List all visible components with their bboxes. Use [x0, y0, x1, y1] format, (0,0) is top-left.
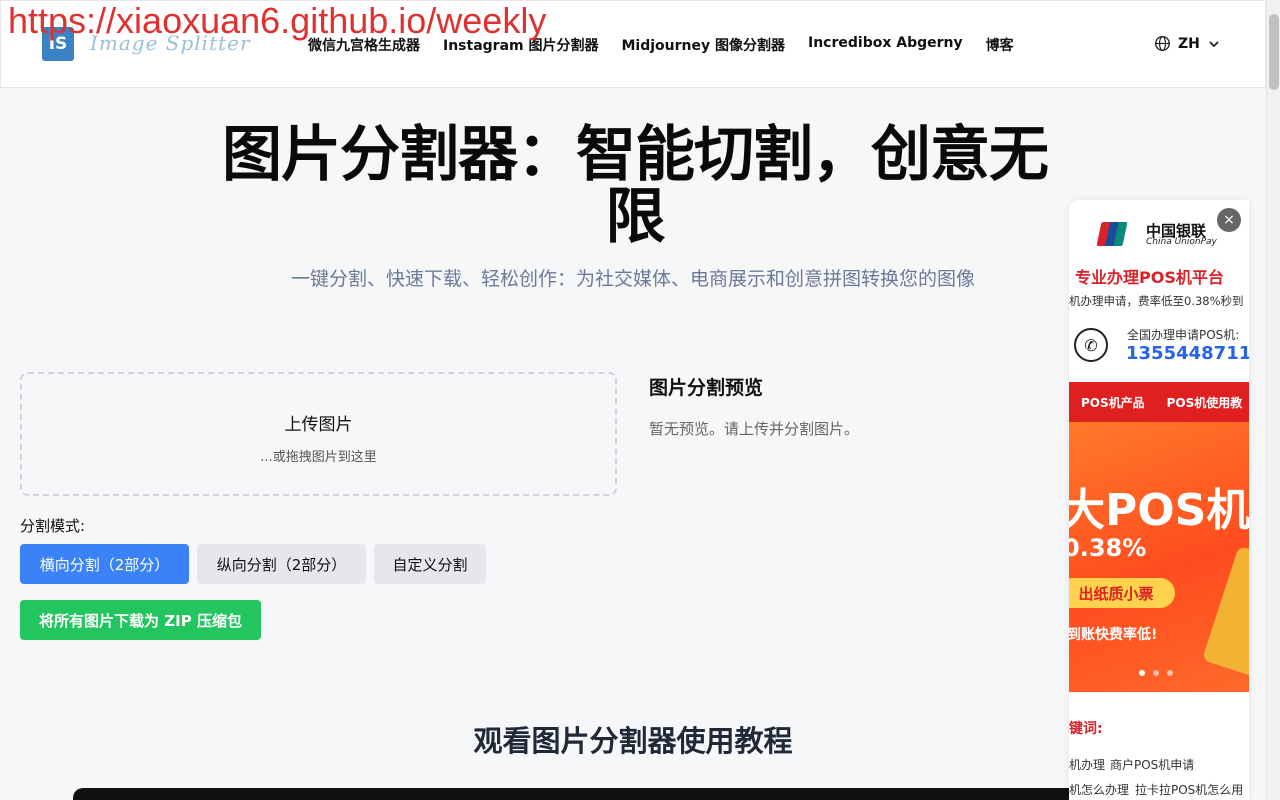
ad-banner-fee: 到账快费率低! [1069, 627, 1158, 643]
nav-link-incredibox[interactable]: Incredibox Abgerny [808, 35, 963, 55]
watermark-url: https://xiaoxuan6.github.io/weekly [8, 0, 547, 41]
upload-hint: ...或拖拽图片到这里 [260, 450, 377, 465]
carousel-dot[interactable] [1139, 670, 1145, 676]
carousel-dot[interactable] [1153, 670, 1159, 676]
upload-dropzone[interactable]: 上传图片 ...或拖拽图片到这里 [20, 372, 617, 496]
ad-keyword-link[interactable]: 机办理 [1069, 756, 1105, 773]
split-mode-label: 分割模式: [20, 517, 86, 535]
pos-device-image [1201, 545, 1249, 679]
ad-tab-bar: POS机产品 POS机使用教 [1069, 382, 1249, 422]
page-scrollbar[interactable] [1266, 0, 1280, 800]
split-custom-button[interactable]: 自定义分割 [374, 544, 486, 584]
ad-banner-pill: 出纸质小票 [1069, 578, 1175, 608]
ad-keyword-link[interactable]: 商户POS机申请 [1110, 756, 1194, 773]
ad-panel[interactable]: 中国银联 China UnionPay 专业办理POS机平台 机办理申请，费率低… [1069, 200, 1249, 800]
chevron-down-icon [1209, 40, 1219, 47]
ad-tagline: 机办理申请，费率低至0.38%秒到 [1069, 294, 1244, 308]
language-selector[interactable]: ZH [1154, 35, 1221, 52]
ad-headline: 专业办理POS机平台 [1075, 268, 1224, 287]
phone-icon: ✆ [1074, 328, 1108, 362]
split-vertical-button[interactable]: 纵向分割（2部分） [197, 544, 366, 584]
ad-keywords-label: 键词: [1069, 721, 1103, 737]
ad-keyword-link[interactable]: 机怎么办理 [1069, 781, 1129, 798]
tutorial-video[interactable] [73, 788, 1173, 800]
ad-tab-tutorial[interactable]: POS机使用教 [1167, 394, 1243, 411]
language-code: ZH [1178, 35, 1200, 52]
ad-banner[interactable]: 大POS机 0.38% 出纸质小票 到账快费率低! [1069, 422, 1249, 692]
ad-close-button[interactable]: × [1217, 208, 1241, 232]
download-zip-button[interactable]: 将所有图片下载为 ZIP 压缩包 [20, 600, 261, 640]
scrollbar-thumb[interactable] [1269, 14, 1279, 90]
ad-brand-en: China UnionPay [1146, 237, 1217, 247]
upload-title: 上传图片 [284, 415, 353, 435]
nav-link-blog[interactable]: 博客 [986, 35, 1014, 55]
nav-link-midjourney-splitter[interactable]: Midjourney 图像分割器 [621, 35, 785, 55]
split-horizontal-button[interactable]: 横向分割（2部分） [20, 544, 189, 584]
ad-banner-headline: 大POS机 [1069, 485, 1249, 536]
ad-phone-label: 全国办理申请POS机: [1127, 328, 1240, 342]
unionpay-logo-icon [1096, 222, 1128, 246]
ad-phone-number[interactable]: 13554487110 [1126, 343, 1249, 364]
preview-empty-text: 暂无预览。请上传并分割图片。 [649, 420, 860, 438]
ad-keyword-link[interactable]: 拉卡拉POS机怎么用 [1135, 781, 1243, 798]
preview-title: 图片分割预览 [649, 377, 764, 399]
globe-icon [1155, 36, 1170, 51]
ad-tab-products[interactable]: POS机产品 [1081, 394, 1145, 411]
carousel-dot[interactable] [1167, 670, 1173, 676]
ad-banner-rate: 0.38% [1069, 534, 1147, 562]
page-subtitle: 一键分割、快速下载、轻松创作：为社交媒体、电商展示和创意拼图转换您的图像 [290, 268, 975, 290]
page-title: 图片分割器：智能切割，创意无限 [222, 120, 1049, 252]
carousel-dots[interactable] [1139, 670, 1173, 676]
